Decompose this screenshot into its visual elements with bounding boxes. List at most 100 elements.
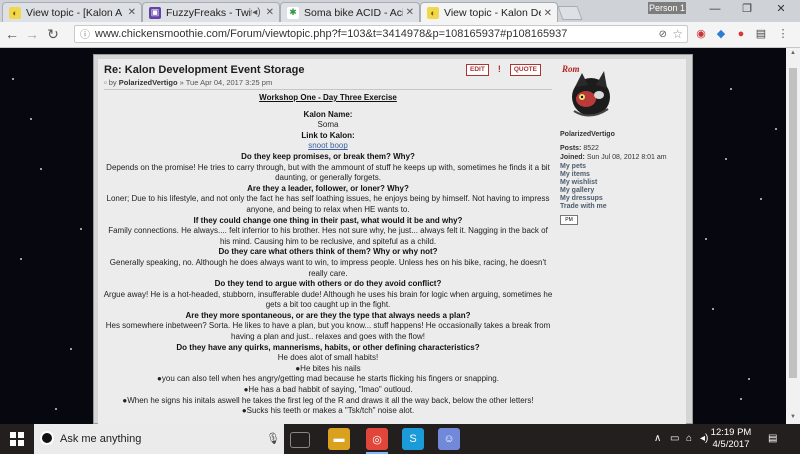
post-heading: Do they have any quirks, mannerisms, hab… bbox=[176, 342, 480, 352]
post-line: Depends on the promise! He tries to carr… bbox=[106, 162, 550, 183]
tab-fuzzyfreaks-twitch[interactable]: ▣ FuzzyFreaks - Twitch ◂) ✕ bbox=[142, 2, 280, 22]
post-line: ●Sucks his teeth or makes a "Tsk/tch" no… bbox=[241, 406, 415, 416]
tab-view-topic-kalon-a[interactable]: ◐ View topic - [Kalon A ✕ bbox=[2, 2, 142, 22]
link-my-pets[interactable]: My pets bbox=[560, 163, 586, 170]
close-tab-icon[interactable]: ✕ bbox=[128, 7, 136, 18]
kalon-link[interactable]: snoot boop bbox=[98, 141, 558, 152]
page-scrollbar[interactable]: ▲ ▼ bbox=[786, 48, 800, 424]
discord-icon[interactable]: ☺ bbox=[438, 428, 460, 450]
close-window-icon[interactable]: ✕ bbox=[770, 2, 792, 16]
task-view-icon[interactable] bbox=[290, 432, 310, 448]
extension-icon[interactable]: ◉ bbox=[694, 27, 708, 41]
star-dot bbox=[20, 258, 22, 260]
post-section-title: Workshop One - Day Three Exercise bbox=[259, 93, 397, 102]
close-tab-icon[interactable]: ✕ bbox=[406, 7, 414, 18]
file-explorer-icon[interactable]: ▬ bbox=[328, 428, 350, 450]
browser-toolbar: ← → ↻ ⓘ www.chickensmoothie.com/Forum/vi… bbox=[0, 22, 800, 48]
extension-icon[interactable]: ● bbox=[734, 27, 748, 41]
clock[interactable]: 12:19 PM 4/5/2017 bbox=[708, 427, 754, 451]
scroll-thumb[interactable] bbox=[789, 68, 797, 378]
star-dot bbox=[55, 408, 57, 410]
cortana-search-box[interactable]: Ask me anything 🎙 bbox=[34, 424, 284, 454]
extension-icon[interactable]: ▤ bbox=[754, 27, 768, 41]
bookmark-star-icon[interactable]: ☆ bbox=[672, 26, 683, 42]
post-date: Tue Apr 04, 2017 3:25 pm bbox=[185, 78, 273, 87]
pm-button[interactable]: PM bbox=[560, 215, 578, 225]
new-tab-button[interactable] bbox=[557, 6, 583, 20]
post-content: Workshop One - Day Three Exercise Kalon N… bbox=[98, 93, 558, 417]
address-bar[interactable]: ⓘ www.chickensmoothie.com/Forum/viewtopi… bbox=[74, 25, 688, 43]
tracking-blocked-icon[interactable]: ⊘ bbox=[659, 27, 667, 43]
search-placeholder: Ask me anything bbox=[60, 433, 142, 445]
joined-value: Sun Jul 08, 2012 8:01 am bbox=[586, 154, 667, 161]
divider bbox=[104, 89, 552, 90]
post-line: Argue away! He is a hot-headed, stubborn… bbox=[103, 289, 553, 310]
post-heading: Are they a leader, follower, or loner? W… bbox=[247, 183, 409, 193]
forward-icon[interactable]: → bbox=[24, 26, 40, 42]
post-heading: Do they tend to argue with others or do … bbox=[214, 279, 442, 289]
scroll-up-icon[interactable]: ▲ bbox=[789, 50, 797, 58]
post-line: Loner; Due to his lifestyle, and not onl… bbox=[106, 194, 550, 214]
post-heading: Link to Kalon: bbox=[301, 130, 355, 140]
reload-icon[interactable]: ↻ bbox=[45, 26, 61, 42]
acid-favicon-icon: ✱ bbox=[287, 6, 299, 19]
battery-icon[interactable]: ▭ bbox=[670, 433, 679, 444]
link-my-gallery[interactable]: My gallery bbox=[560, 187, 594, 194]
microphone-icon[interactable]: 🎙 bbox=[266, 432, 280, 445]
post-line: Family connections. He always.... felt i… bbox=[108, 226, 548, 246]
maximize-icon[interactable]: ❐ bbox=[736, 2, 758, 16]
post-line: Soma bbox=[317, 120, 339, 130]
close-tab-icon[interactable]: ✕ bbox=[266, 7, 274, 18]
tab-view-topic-kalon-devel[interactable]: ◐ View topic - Kalon Devel ✕ bbox=[420, 2, 558, 23]
page-info-icon[interactable]: ⓘ bbox=[80, 28, 90, 44]
star-dot bbox=[775, 128, 777, 130]
quote-button[interactable]: QUOTE bbox=[509, 64, 541, 76]
back-icon[interactable]: ← bbox=[4, 26, 20, 42]
user-avatar[interactable]: Rom bbox=[560, 63, 616, 125]
show-hidden-icons[interactable]: ∧ bbox=[654, 433, 661, 444]
network-icon[interactable]: ⌂ bbox=[686, 433, 692, 444]
report-icon[interactable]: ! bbox=[495, 64, 504, 74]
url-text: www.chickensmoothie.com/Forum/viewtopic.… bbox=[95, 28, 568, 40]
post-line: ●He bites his nails bbox=[295, 363, 361, 373]
post-line: ●When he signs his initals aswell he tak… bbox=[122, 395, 534, 405]
link-my-items[interactable]: My items bbox=[560, 171, 590, 178]
start-button[interactable] bbox=[0, 424, 34, 454]
tab-soma-bike-acid[interactable]: ✱ Soma bike ACID - Acidin ✕ bbox=[280, 2, 420, 22]
close-tab-icon[interactable]: ✕ bbox=[544, 8, 552, 19]
tab-title: View topic - Kalon Devel bbox=[444, 7, 541, 19]
star-dot bbox=[80, 228, 82, 230]
page-viewport: Re: Kalon Development Event Storage ▫ by… bbox=[0, 48, 800, 424]
post-buttons: EDIT ! QUOTE bbox=[466, 64, 541, 76]
post-heading: Do they keep promises, or break them? Wh… bbox=[241, 151, 415, 161]
skype-icon[interactable]: S bbox=[402, 428, 424, 450]
action-center-icon[interactable]: ▤ bbox=[768, 433, 777, 444]
menu-icon[interactable]: ⋮ bbox=[776, 27, 790, 41]
taskbar: Ask me anything 🎙 ▬ ◎ S ☺ ∧ ▭ ⌂ ◂) 12:19… bbox=[0, 424, 800, 454]
tab-title: FuzzyFreaks - Twitch bbox=[166, 6, 252, 19]
post-line: ●you can also tell when hes angry/gettin… bbox=[157, 374, 499, 384]
svg-text:Rom: Rom bbox=[561, 64, 580, 74]
chrome-icon[interactable]: ◎ bbox=[366, 428, 388, 450]
minimize-icon[interactable]: — bbox=[704, 2, 726, 16]
joined-label: Joined: bbox=[560, 154, 585, 161]
star-dot bbox=[12, 78, 14, 80]
clock-date: 4/5/2017 bbox=[712, 439, 750, 450]
joined-stat: Joined: Sun Jul 08, 2012 8:01 am bbox=[560, 154, 667, 161]
link-my-dressups[interactable]: My dressups bbox=[560, 195, 603, 202]
speaker-icon[interactable]: ◂) bbox=[252, 7, 260, 18]
link-trade-with-me[interactable]: Trade with me bbox=[560, 203, 607, 210]
star-dot bbox=[748, 378, 750, 380]
post-icon: ▫ bbox=[104, 78, 107, 87]
posts-stat: Posts: 8522 bbox=[560, 145, 599, 152]
profile-button[interactable]: Person 1 bbox=[648, 2, 686, 14]
scroll-down-icon[interactable]: ▼ bbox=[789, 414, 797, 422]
chicken-smoothie-favicon-icon: ◐ bbox=[9, 6, 21, 19]
link-my-wishlist[interactable]: My wishlist bbox=[560, 179, 597, 186]
extension-icon[interactable]: ◆ bbox=[714, 27, 728, 41]
sidebar-username[interactable]: PolarizedVertigo bbox=[560, 131, 615, 138]
tab-strip: ◐ View topic - [Kalon A ✕ ▣ FuzzyFreaks … bbox=[0, 0, 800, 23]
post-author[interactable]: PolarizedVertigo bbox=[119, 78, 178, 87]
edit-button[interactable]: EDIT bbox=[466, 64, 489, 76]
post-title[interactable]: Re: Kalon Development Event Storage bbox=[104, 64, 305, 76]
